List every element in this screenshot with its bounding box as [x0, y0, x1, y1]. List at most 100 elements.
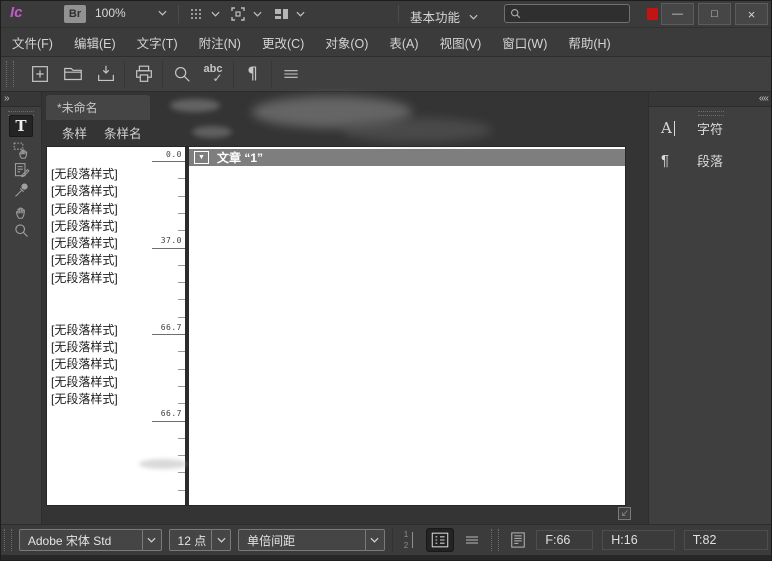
leading-select[interactable]: 单倍间距 [238, 529, 385, 551]
font-size-select[interactable]: 12 点 [169, 529, 232, 551]
folder-icon [62, 63, 84, 85]
galley-view: [无段落样式] [无段落样式] [无段落样式] [无段落样式] [无段落样式] … [46, 146, 626, 506]
new-document-button[interactable] [23, 60, 56, 88]
hidden-characters-button[interactable]: ¶ [236, 60, 269, 88]
chevron-down-icon [142, 530, 161, 550]
frame-edges-dropdown[interactable] [229, 5, 262, 23]
menu-type[interactable]: 文字(T) [137, 33, 178, 52]
collapse-dock-icon[interactable]: «« [759, 93, 768, 104]
zoom-level-dropdown[interactable]: 100% [95, 6, 167, 20]
line-numbers-toggle[interactable]: 12 [400, 529, 420, 551]
menu-view[interactable]: 视图(V) [440, 33, 482, 52]
menu-edit[interactable]: 编辑(E) [74, 33, 116, 52]
character-panel-button[interactable]: A 字符 [649, 114, 772, 142]
zoom-level-value: 100% [95, 6, 126, 20]
workspace-switcher[interactable]: 基本功能 [410, 7, 478, 26]
new-document-icon [29, 63, 51, 85]
font-family-select[interactable]: Adobe 宋体 Std [19, 529, 162, 551]
divider [233, 61, 234, 87]
search-icon [510, 8, 521, 19]
document-tab[interactable]: *未命名 [46, 95, 150, 120]
toolbar-drag-handle[interactable] [6, 61, 14, 87]
paragraph-panel-label: 段落 [697, 151, 723, 170]
search-input[interactable] [525, 7, 629, 21]
font-family-value: Adobe 宋体 Std [20, 532, 142, 549]
depth-ruler-label: 0.0 [166, 150, 182, 159]
menu-window[interactable]: 窗口(W) [502, 33, 547, 52]
statusbar-menu-button[interactable] [461, 528, 484, 552]
tools-panel: » T [0, 92, 42, 524]
zoom-tool-icon [12, 221, 31, 240]
paragraph-style-label: [无段落样式] [51, 391, 143, 408]
divider [392, 528, 393, 552]
zoom-tool[interactable] [0, 220, 42, 240]
paragraph-panel-button[interactable]: ¶ 段落 [649, 146, 772, 174]
paragraph-icon: ¶ [661, 152, 683, 169]
font-size-value: 12 点 [170, 532, 212, 549]
toolbar-menu-button[interactable] [274, 60, 307, 88]
screen-mode-dropdown[interactable] [272, 5, 305, 23]
eyedropper-tool[interactable] [0, 180, 42, 200]
paragraph-style-label: [无段落样式] [51, 235, 143, 252]
info-column-icon [429, 530, 451, 550]
info-column: [无段落样式] [无段落样式] [无段落样式] [无段落样式] [无段落样式] … [47, 147, 189, 505]
character-panel-label: 字符 [697, 119, 723, 138]
spellcheck-button[interactable]: abc ✓ [198, 60, 231, 88]
depth-ruler-label: 66.7 [161, 409, 182, 418]
paragraph-style-label [51, 287, 143, 304]
view-tab-2[interactable]: 条样名 [104, 123, 142, 142]
view-tabs: 条样 条样名 [62, 120, 142, 144]
titlebar: Ic Br 100% 基本功能 — □ × [0, 0, 772, 28]
bridge-button[interactable]: Br [64, 5, 86, 23]
red-marker [647, 8, 658, 20]
search-box[interactable] [504, 4, 630, 23]
menu-notes[interactable]: 附注(N) [199, 33, 241, 52]
paragraph-style-label: [无段落样式] [51, 201, 143, 218]
info-column-toggle[interactable] [426, 528, 453, 552]
layout-panels-icon [272, 5, 290, 23]
hand-tool[interactable] [0, 200, 42, 220]
minimize-button[interactable]: — [661, 3, 694, 25]
panel-dock: «« A 字符 ¶ 段落 [648, 92, 772, 524]
chevron-down-icon [253, 11, 262, 17]
statusbar: Adobe 宋体 Std 12 点 单倍间距 12 F:66 H:16 T:82 [0, 524, 772, 555]
chevron-down-icon [211, 530, 230, 550]
statusbar-drag-handle[interactable] [4, 529, 12, 551]
toolbar: abc ✓ ¶ [0, 57, 772, 92]
collapse-story-icon[interactable]: ▼ [194, 151, 209, 164]
menubar: 文件(F) 编辑(E) 文字(T) 附注(N) 更改(C) 对象(O) 表(A)… [0, 28, 772, 57]
note-tool[interactable] [0, 160, 42, 180]
open-document-button[interactable] [56, 60, 89, 88]
maximize-button[interactable]: □ [698, 3, 731, 25]
smudge-artifact [342, 118, 492, 142]
story-area[interactable]: ▼ 文章 “1” [189, 147, 625, 505]
close-button[interactable]: × [735, 3, 768, 25]
print-button[interactable] [127, 60, 160, 88]
chevron-down-icon [211, 11, 220, 17]
menu-file[interactable]: 文件(F) [12, 33, 53, 52]
type-tool[interactable]: T [0, 114, 42, 138]
leading-value: 单倍间距 [239, 532, 365, 549]
menu-icon [281, 64, 301, 84]
paragraph-style-label: [无段落样式] [51, 218, 143, 235]
galley-page-icon[interactable] [617, 506, 632, 521]
menu-changes[interactable]: 更改(C) [262, 33, 304, 52]
smudge-artifact [192, 126, 232, 138]
menu-help[interactable]: 帮助(H) [568, 33, 610, 52]
statusbar-drag-handle[interactable] [491, 529, 499, 551]
search-button[interactable] [165, 60, 198, 88]
view-options-icon [187, 5, 205, 23]
menu-table[interactable]: 表(A) [389, 33, 418, 52]
paragraph-style-label: [无段落样式] [51, 374, 143, 391]
paragraph-style-label: [无段落样式] [51, 339, 143, 356]
workspace-switcher-label: 基本功能 [410, 7, 460, 26]
view-options-dropdown[interactable] [187, 5, 220, 23]
hand-tool-icon [12, 201, 31, 220]
view-tab-galley[interactable]: 条样 [62, 123, 87, 142]
expand-panel-icon[interactable]: » [4, 93, 10, 104]
menu-object[interactable]: 对象(O) [325, 33, 368, 52]
position-tool[interactable] [0, 140, 42, 160]
smudge-artifact [252, 96, 412, 128]
save-button[interactable] [89, 60, 122, 88]
chevron-down-icon [296, 11, 305, 17]
